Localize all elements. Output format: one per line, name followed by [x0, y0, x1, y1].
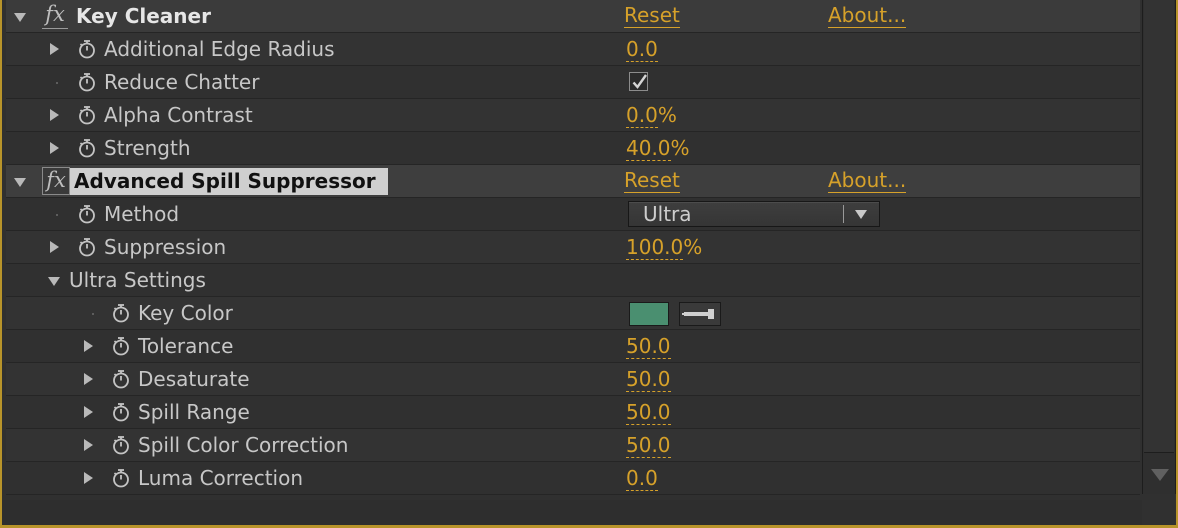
property-label: Tolerance — [138, 334, 234, 358]
twirl-down-icon[interactable] — [14, 13, 26, 22]
stopwatch-icon[interactable] — [76, 38, 98, 60]
property-row-key-color: Key Color — [6, 297, 1140, 330]
property-value[interactable]: 50.0 — [626, 367, 671, 392]
property-value[interactable]: 40.0% — [626, 136, 690, 161]
about-link[interactable]: About... — [828, 3, 907, 28]
value-number[interactable]: 0.0 — [626, 37, 658, 62]
stopwatch-icon[interactable] — [76, 71, 98, 93]
twirl-right-icon[interactable] — [84, 439, 93, 451]
scroll-down-arrow-icon[interactable] — [1151, 469, 1169, 481]
property-row-spill-color-correction: Spill Color Correction 50.0 — [6, 429, 1140, 462]
stopwatch-icon[interactable] — [110, 401, 132, 423]
twirl-right-icon[interactable] — [50, 109, 59, 121]
property-row-strength: Strength 40.0% — [6, 132, 1140, 165]
property-value[interactable]: 50.0 — [626, 433, 671, 458]
value-number[interactable]: 50.0 — [626, 433, 671, 458]
panel-empty-area — [2, 500, 1142, 525]
twirl-right-icon[interactable] — [84, 406, 93, 418]
value-number[interactable]: 0.0 — [626, 466, 658, 491]
stopwatch-icon[interactable] — [110, 368, 132, 390]
reset-link[interactable]: Reset — [624, 3, 680, 28]
property-row-luma-correction: Luma Correction 0.0 — [6, 462, 1140, 495]
property-label: Method — [104, 202, 180, 226]
scrollbar-thumb[interactable] — [1144, 0, 1174, 453]
property-label: Strength — [104, 136, 191, 160]
property-label: Suppression — [104, 235, 227, 259]
value-number[interactable]: 50.0 — [626, 367, 671, 392]
property-label: Key Color — [138, 301, 233, 325]
property-label: Luma Correction — [138, 466, 304, 490]
twirl-right-icon[interactable] — [84, 340, 93, 352]
property-label: Spill Range — [138, 400, 250, 424]
value-unit: % — [683, 235, 703, 259]
stopwatch-icon[interactable] — [76, 137, 98, 159]
key-color-swatch[interactable] — [629, 302, 669, 326]
about-link[interactable]: About... — [828, 168, 907, 193]
property-row-additional-edge-radius: Additional Edge Radius 0.0 — [6, 33, 1140, 66]
property-label: Alpha Contrast — [104, 103, 253, 127]
property-label: Reduce Chatter — [104, 70, 260, 94]
fx-icon[interactable]: fx — [42, 167, 70, 195]
value-number[interactable]: 50.0 — [626, 334, 671, 359]
property-row-reduce-chatter: Reduce Chatter — [6, 66, 1140, 99]
effect-name[interactable]: Key Cleaner — [76, 4, 211, 28]
stopwatch-icon[interactable] — [76, 104, 98, 126]
fx-icon[interactable]: fx — [42, 2, 68, 29]
property-value[interactable]: 0.0 — [626, 37, 658, 62]
property-row-suppression: Suppression 100.0% — [6, 231, 1140, 264]
property-value[interactable]: 100.0% — [626, 235, 703, 260]
stopwatch-icon[interactable] — [110, 335, 132, 357]
reset-link[interactable]: Reset — [624, 168, 680, 193]
dropdown-value: Ultra — [643, 202, 692, 226]
twirl-down-icon[interactable] — [14, 178, 26, 187]
property-label: Spill Color Correction — [138, 433, 349, 457]
effect-name[interactable]: Advanced Spill Suppressor — [70, 168, 388, 195]
tree-dot — [56, 214, 58, 216]
effect-controls-panel: fx Key Cleaner Reset About... Additional… — [0, 0, 1178, 528]
reduce-chatter-checkbox[interactable] — [629, 72, 648, 91]
checkmark-icon — [632, 74, 647, 89]
value-number[interactable]: 50.0 — [626, 400, 671, 425]
property-value[interactable]: 50.0 — [626, 334, 671, 359]
value-unit: % — [657, 103, 677, 127]
property-row-tolerance: Tolerance 50.0 — [6, 330, 1140, 363]
stopwatch-icon[interactable] — [76, 236, 98, 258]
property-row-alpha-contrast: Alpha Contrast 0.0% — [6, 99, 1140, 132]
value-number[interactable]: 100.0 — [626, 235, 684, 260]
tree-dot — [56, 82, 58, 84]
vertical-scrollbar[interactable] — [1142, 0, 1176, 494]
property-value[interactable]: 50.0 — [626, 400, 671, 425]
effect-properties-list: fx Key Cleaner Reset About... Additional… — [6, 0, 1140, 500]
value-unit: % — [670, 136, 690, 160]
property-row-method: Method Ultra — [6, 198, 1140, 231]
property-label: Additional Edge Radius — [104, 37, 335, 61]
twirl-right-icon[interactable] — [84, 472, 93, 484]
twirl-right-icon[interactable] — [50, 142, 59, 154]
property-value[interactable]: 0.0 — [626, 466, 658, 491]
value-number[interactable]: 40.0 — [626, 136, 671, 161]
effect-header-advanced-spill-suppressor[interactable]: fx Advanced Spill Suppressor Reset About… — [6, 165, 1140, 198]
stopwatch-icon[interactable] — [76, 203, 98, 225]
stopwatch-icon[interactable] — [110, 467, 132, 489]
eyedropper-icon — [682, 309, 714, 319]
method-dropdown[interactable]: Ultra — [628, 201, 880, 227]
tree-dot — [92, 313, 94, 315]
value-number[interactable]: 0.0 — [626, 103, 658, 128]
group-row-ultra-settings[interactable]: Ultra Settings — [6, 264, 1140, 297]
group-label[interactable]: Ultra Settings — [69, 268, 206, 292]
twirl-right-icon[interactable] — [50, 241, 59, 253]
property-value[interactable]: 0.0% — [626, 103, 677, 128]
stopwatch-icon[interactable] — [110, 434, 132, 456]
twirl-down-icon[interactable] — [48, 277, 60, 286]
property-label: Desaturate — [138, 367, 250, 391]
chevron-down-icon — [855, 210, 867, 219]
property-row-desaturate: Desaturate 50.0 — [6, 363, 1140, 396]
twirl-right-icon[interactable] — [50, 43, 59, 55]
stopwatch-icon[interactable] — [110, 302, 132, 324]
eyedropper-button[interactable] — [679, 302, 721, 326]
twirl-right-icon[interactable] — [84, 373, 93, 385]
property-row-spill-range: Spill Range 50.0 — [6, 396, 1140, 429]
effect-header-key-cleaner[interactable]: fx Key Cleaner Reset About... — [6, 0, 1140, 33]
dropdown-separator — [843, 205, 844, 223]
